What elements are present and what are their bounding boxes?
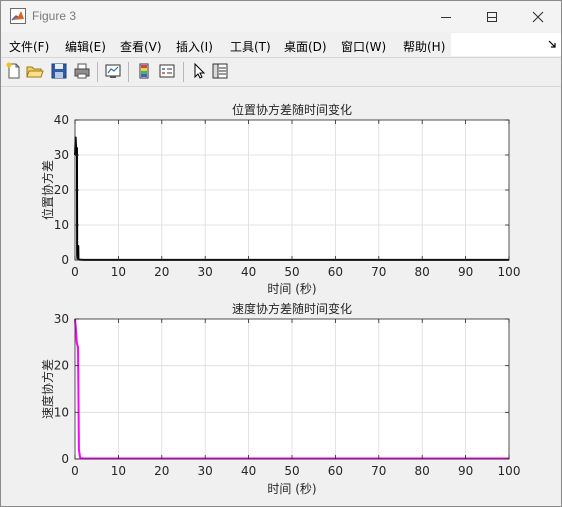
y-tick-label: 0 [61, 253, 69, 267]
chart-title: 速度协方差随时间变化 [232, 301, 352, 316]
matlab-logo-icon [10, 8, 26, 24]
x-tick-label: 80 [415, 464, 430, 478]
toolbar [1, 57, 561, 87]
menu-desktop[interactable]: 桌面(D) [284, 38, 327, 55]
x-tick-label: 10 [111, 464, 126, 478]
x-tick-label: 90 [458, 265, 473, 279]
save-icon[interactable] [50, 62, 68, 80]
x-tick-labels: 0 10 20 30 40 50 60 70 80 90 100 [71, 265, 520, 279]
x-axis-label: 时间 (秒) [267, 282, 316, 296]
menu-bar: 文件(F) 编辑(E) 查看(V) 插入(I) 工具(T) 桌面(D) 窗口(W… [1, 32, 561, 57]
x-tick-label: 50 [284, 464, 299, 478]
x-tick-label: 70 [371, 265, 386, 279]
toolbar-separator [183, 62, 184, 82]
x-tick-label: 40 [241, 464, 256, 478]
toolbar-separator [97, 62, 98, 82]
menu-window[interactable]: 窗口(W) [341, 38, 386, 55]
menu-file[interactable]: 文件(F) [9, 38, 49, 55]
y-axis-label: 速度协方差 [40, 359, 55, 419]
y-tick-label: 20 [54, 359, 69, 373]
insert-legend-icon[interactable] [158, 62, 176, 80]
x-tick-label: 100 [498, 464, 521, 478]
menu-help[interactable]: 帮助(H) [403, 38, 445, 55]
y-tick-label: 0 [61, 452, 69, 466]
x-tick-label: 0 [71, 265, 79, 279]
x-tick-label: 70 [371, 464, 386, 478]
insert-colorbar-icon[interactable] [135, 62, 153, 80]
minimize-button-2[interactable] [423, 1, 469, 32]
x-tick-label: 30 [198, 464, 213, 478]
open-icon[interactable] [26, 62, 44, 80]
x-tick-label: 60 [328, 265, 343, 279]
x-tick-label: 40 [241, 265, 256, 279]
y-tick-labels: 0 10 20 30 40 [54, 113, 69, 267]
axes-velocity[interactable]: 0 10 20 30 40 50 60 70 80 90 100 0 10 20 30 速度协方差随时间变… [40, 301, 520, 496]
x-axis-label: 时间 (秒) [267, 482, 316, 496]
y-tick-label: 10 [54, 405, 69, 419]
x-tick-label: 20 [154, 464, 169, 478]
y-axis-label: 位置协方差 [40, 160, 55, 220]
x-tick-label: 80 [415, 265, 430, 279]
y-tick-label: 30 [54, 148, 69, 162]
chart-title: 位置协方差随时间变化 [232, 102, 352, 117]
property-inspector-icon[interactable] [211, 62, 229, 80]
x-tick-label: 30 [198, 265, 213, 279]
x-tick-label: 10 [111, 265, 126, 279]
x-tick-label: 20 [154, 265, 169, 279]
close-icon [532, 11, 544, 22]
maximize-button[interactable] [469, 1, 515, 32]
figure-canvas: 0 10 20 30 40 50 60 70 80 90 100 010203040 位置协方差随时… [40, 102, 520, 496]
window-title: Figure 3 [32, 9, 77, 23]
x-tick-label: 50 [284, 265, 299, 279]
maximize-icon [487, 11, 497, 22]
y-tick-label: 10 [54, 218, 69, 232]
dock-arrow-icon[interactable] [548, 40, 557, 49]
x-tick-label: 100 [498, 265, 521, 279]
x-tick-label: 90 [458, 464, 473, 478]
y-tick-labels: 0 10 20 30 [54, 312, 69, 466]
axes-position[interactable]: 0 10 20 30 40 50 60 70 80 90 100 0 10 20 30 40 位置协方差随时… [40, 102, 520, 296]
x-tick-labels: 0 10 20 30 40 50 60 70 80 90 100 [71, 464, 520, 478]
minimize-icon [441, 16, 451, 18]
new-figure-icon[interactable] [5, 62, 23, 80]
link-plot-icon[interactable] [104, 62, 122, 80]
y-tick-label: 20 [54, 183, 69, 197]
close-button[interactable] [515, 1, 561, 32]
x-tick-label: 0 [71, 464, 79, 478]
toolbar-separator [128, 62, 129, 82]
y-tick-label: 40 [54, 113, 69, 127]
menu-view[interactable]: 查看(V) [120, 38, 162, 55]
x-tick-label: 60 [328, 464, 343, 478]
figure-window: Figure 3 文件(F) 编辑(E) 查看(V) 插入(I) 工具(T) 桌… [0, 0, 562, 507]
edit-plot-icon[interactable] [190, 62, 208, 80]
menu-edit[interactable]: 编辑(E) [65, 38, 106, 55]
print-icon[interactable] [73, 62, 91, 80]
menu-insert[interactable]: 插入(I) [176, 38, 213, 55]
y-tick-label: 30 [54, 312, 69, 326]
menu-tools[interactable]: 工具(T) [230, 38, 271, 55]
